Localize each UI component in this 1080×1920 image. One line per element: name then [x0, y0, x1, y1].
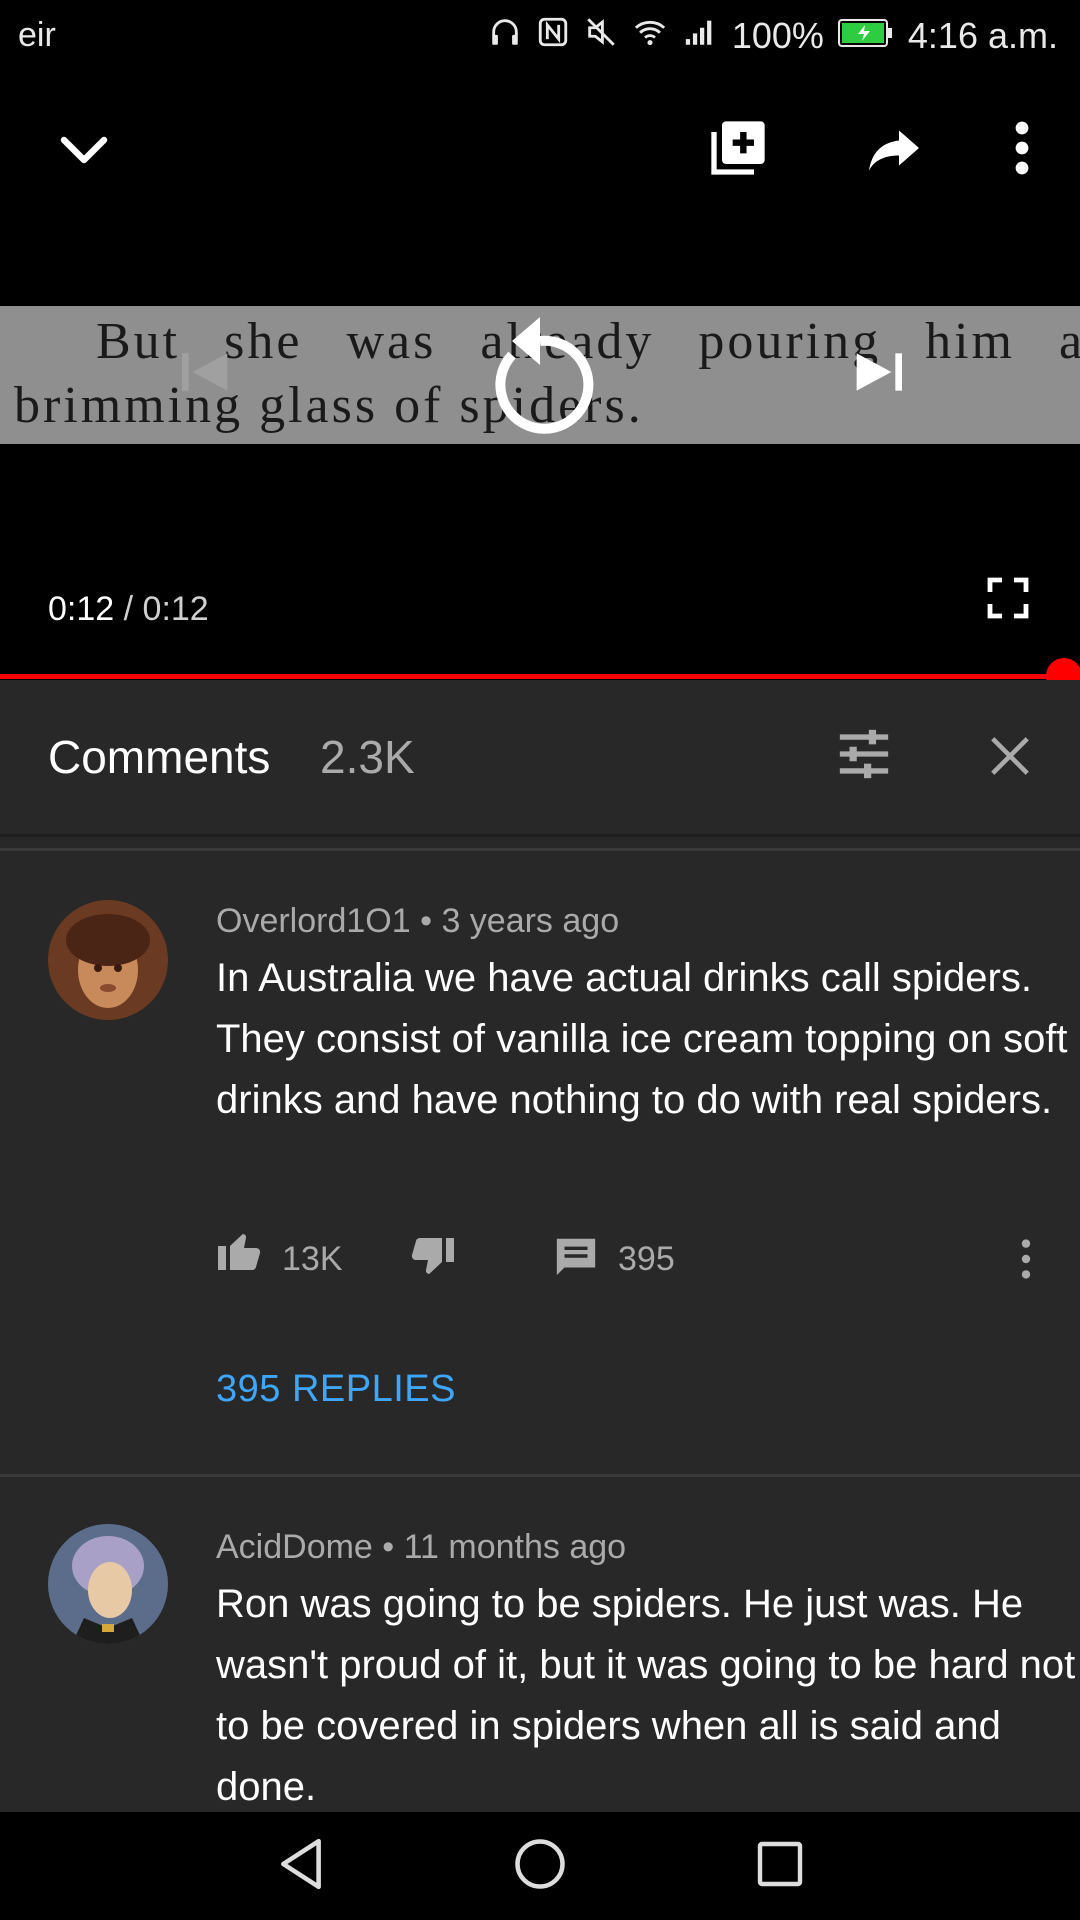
- replay-icon: [478, 299, 602, 444]
- share-button[interactable]: [856, 112, 932, 188]
- clock: 4:16 a.m.: [907, 15, 1058, 56]
- time-separator: /: [114, 590, 143, 628]
- sliders-icon: [835, 725, 893, 788]
- battery-percent: 100%: [731, 15, 824, 56]
- headphones-icon: [488, 15, 522, 58]
- comment-age: 3 years ago: [441, 902, 620, 940]
- back-button[interactable]: [270, 1832, 334, 1900]
- skip-next-icon: [846, 340, 910, 409]
- next-button[interactable]: [840, 336, 916, 412]
- wifi-icon: [632, 15, 668, 58]
- fullscreen-icon: [984, 574, 1032, 627]
- avatar[interactable]: [48, 900, 168, 1020]
- more-vertical-icon: [1019, 1237, 1033, 1286]
- nfc-icon: [536, 15, 570, 58]
- minimize-button[interactable]: [48, 116, 120, 188]
- comments-count: 2.3K: [320, 731, 415, 783]
- add-to-playlist-button[interactable]: [700, 112, 776, 188]
- time-display: 0:12 / 0:12: [48, 590, 209, 629]
- comment-text: In Australia we have actual drinks call …: [216, 956, 1068, 1122]
- signal-icon: [682, 15, 718, 58]
- current-time: 0:12: [48, 590, 115, 628]
- duration: 0:12: [142, 590, 209, 628]
- comment-age: 11 months ago: [403, 1528, 627, 1566]
- share-arrow-icon: [864, 118, 924, 183]
- comment-author[interactable]: AcidDome: [216, 1528, 373, 1566]
- status-icons: 100% 4:16 a.m.: [488, 14, 1058, 58]
- back-triangle-icon: [277, 1837, 327, 1896]
- home-button[interactable]: [508, 1832, 572, 1900]
- meta-separator: •: [372, 1528, 404, 1566]
- comment-divider: [0, 1474, 1080, 1477]
- comment-icon: [553, 1233, 599, 1284]
- comment-more-button[interactable]: [1010, 1236, 1042, 1286]
- dislike-button[interactable]: [406, 1234, 458, 1286]
- more-vertical-icon: [1012, 120, 1032, 181]
- meta-separator: •: [410, 902, 442, 940]
- avatar[interactable]: [48, 1524, 168, 1644]
- comment-author[interactable]: Overlord1O1: [216, 902, 411, 940]
- like-button[interactable]: [214, 1226, 266, 1278]
- battery-charging-icon: [837, 15, 894, 57]
- thumbs-up-icon: [216, 1226, 264, 1279]
- sort-comments-button[interactable]: [834, 726, 894, 786]
- reply-button[interactable]: [552, 1234, 600, 1282]
- comment-divider: [0, 848, 1080, 851]
- comment-text: Ron was going to be spiders. He just was…: [216, 1582, 1076, 1809]
- recents-button[interactable]: [748, 1834, 812, 1898]
- player-more-button[interactable]: [998, 112, 1046, 188]
- add-to-queue-icon: [706, 116, 770, 185]
- mute-icon: [584, 15, 618, 58]
- like-count: 13K: [282, 1240, 343, 1278]
- comment-meta: Overlord1O1 • 3 years ago: [216, 902, 619, 941]
- view-replies-link[interactable]: 395 REPLIES: [216, 1368, 456, 1411]
- comment-meta: AcidDome • 11 months ago: [216, 1528, 626, 1567]
- home-circle-icon: [513, 1837, 567, 1896]
- replay-button[interactable]: [476, 296, 604, 446]
- thumbs-down-icon: [408, 1234, 456, 1287]
- chevron-down-icon: [54, 120, 114, 185]
- close-comments-button[interactable]: [986, 734, 1034, 782]
- previous-button[interactable]: [168, 336, 244, 412]
- carrier-name: eir: [18, 16, 56, 54]
- skip-previous-icon: [174, 340, 238, 409]
- comments-title: Comments: [48, 731, 271, 783]
- close-icon: [987, 733, 1033, 784]
- recents-square-icon: [756, 1840, 804, 1893]
- progress-bar[interactable]: [0, 674, 1064, 679]
- fullscreen-button[interactable]: [976, 568, 1040, 632]
- reply-count: 395: [618, 1240, 675, 1278]
